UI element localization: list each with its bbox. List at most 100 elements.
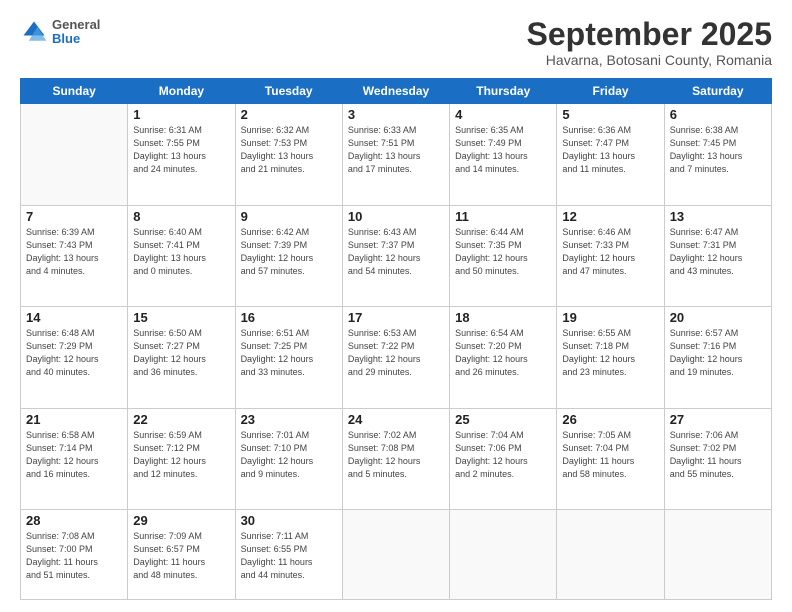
day-info: Sunrise: 6:32 AM Sunset: 7:53 PM Dayligh… <box>241 124 337 176</box>
table-row: 2 Sunrise: 6:32 AM Sunset: 7:53 PM Daylig… <box>235 104 342 206</box>
table-row: 20 Sunrise: 6:57 AM Sunset: 7:16 PM Dayli… <box>664 307 771 409</box>
table-row: 17 Sunrise: 6:53 AM Sunset: 7:22 PM Dayli… <box>342 307 449 409</box>
day-info: Sunrise: 6:39 AM Sunset: 7:43 PM Dayligh… <box>26 226 122 278</box>
table-row: 24 Sunrise: 7:02 AM Sunset: 7:08 PM Dayli… <box>342 408 449 510</box>
day-number: 21 <box>26 412 122 427</box>
table-row: 13 Sunrise: 6:47 AM Sunset: 7:31 PM Dayli… <box>664 205 771 307</box>
day-info: Sunrise: 6:47 AM Sunset: 7:31 PM Dayligh… <box>670 226 766 278</box>
title-block: September 2025 Havarna, Botosani County,… <box>527 18 772 68</box>
table-row: 15Sunrise: 6:50 AM Sunset: 7:27 PM Dayli… <box>128 307 235 409</box>
day-info: Sunrise: 6:50 AM Sunset: 7:27 PM Dayligh… <box>133 327 229 379</box>
day-number: 9 <box>241 209 337 224</box>
day-info: Sunrise: 6:42 AM Sunset: 7:39 PM Dayligh… <box>241 226 337 278</box>
calendar-page: General Blue September 2025 Havarna, Bot… <box>0 0 792 612</box>
day-info: Sunrise: 7:01 AM Sunset: 7:10 PM Dayligh… <box>241 429 337 481</box>
table-row: 11 Sunrise: 6:44 AM Sunset: 7:35 PM Dayli… <box>450 205 557 307</box>
day-info: Sunrise: 6:35 AM Sunset: 7:49 PM Dayligh… <box>455 124 551 176</box>
logo-general: General <box>52 18 100 32</box>
header: General Blue September 2025 Havarna, Bot… <box>20 18 772 68</box>
table-row: 8 Sunrise: 6:40 AM Sunset: 7:41 PM Daylig… <box>128 205 235 307</box>
table-row: 3 Sunrise: 6:33 AM Sunset: 7:51 PM Daylig… <box>342 104 449 206</box>
header-saturday: Saturday <box>664 79 771 104</box>
table-row <box>557 510 664 600</box>
day-info: Sunrise: 6:53 AM Sunset: 7:22 PM Dayligh… <box>348 327 444 379</box>
logo-text: General Blue <box>52 18 100 47</box>
table-row: 4 Sunrise: 6:35 AM Sunset: 7:49 PM Daylig… <box>450 104 557 206</box>
table-row: 7 Sunrise: 6:39 AM Sunset: 7:43 PM Daylig… <box>21 205 128 307</box>
table-row: 12 Sunrise: 6:46 AM Sunset: 7:33 PM Dayli… <box>557 205 664 307</box>
day-info: Sunrise: 6:46 AM Sunset: 7:33 PM Dayligh… <box>562 226 658 278</box>
table-row: 23 Sunrise: 7:01 AM Sunset: 7:10 PM Dayli… <box>235 408 342 510</box>
day-number: 17 <box>348 310 444 325</box>
table-row: 1Sunrise: 6:31 AM Sunset: 7:55 PM Daylig… <box>128 104 235 206</box>
day-info: Sunrise: 6:31 AM Sunset: 7:55 PM Dayligh… <box>133 124 229 176</box>
day-number: 6 <box>670 107 766 122</box>
day-number: 2 <box>241 107 337 122</box>
table-row: 14Sunrise: 6:48 AM Sunset: 7:29 PM Dayli… <box>21 307 128 409</box>
table-row: 5 Sunrise: 6:36 AM Sunset: 7:47 PM Daylig… <box>557 104 664 206</box>
logo-blue: Blue <box>52 32 100 46</box>
day-info: Sunrise: 6:58 AM Sunset: 7:14 PM Dayligh… <box>26 429 122 481</box>
day-info: Sunrise: 6:36 AM Sunset: 7:47 PM Dayligh… <box>562 124 658 176</box>
table-row: 19 Sunrise: 6:55 AM Sunset: 7:18 PM Dayli… <box>557 307 664 409</box>
day-info: Sunrise: 6:54 AM Sunset: 7:20 PM Dayligh… <box>455 327 551 379</box>
day-number: 7 <box>26 209 122 224</box>
logo-icon <box>20 18 48 46</box>
day-number: 13 <box>670 209 766 224</box>
day-info: Sunrise: 6:48 AM Sunset: 7:29 PM Dayligh… <box>26 327 122 379</box>
day-number: 4 <box>455 107 551 122</box>
day-number: 18 <box>455 310 551 325</box>
header-monday: Monday <box>128 79 235 104</box>
day-number: 16 <box>241 310 337 325</box>
table-row: 21 Sunrise: 6:58 AM Sunset: 7:14 PM Dayli… <box>21 408 128 510</box>
day-number: 23 <box>241 412 337 427</box>
day-number: 5 <box>562 107 658 122</box>
day-info: Sunrise: 7:09 AM Sunset: 6:57 PM Dayligh… <box>133 530 229 582</box>
day-info: Sunrise: 6:40 AM Sunset: 7:41 PM Dayligh… <box>133 226 229 278</box>
day-number: 22 <box>133 412 229 427</box>
day-number: 30 <box>241 513 337 528</box>
day-number: 24 <box>348 412 444 427</box>
day-info: Sunrise: 6:33 AM Sunset: 7:51 PM Dayligh… <box>348 124 444 176</box>
day-number: 19 <box>562 310 658 325</box>
table-row: 16 Sunrise: 6:51 AM Sunset: 7:25 PM Dayli… <box>235 307 342 409</box>
day-number: 12 <box>562 209 658 224</box>
table-row: 10Sunrise: 6:43 AM Sunset: 7:37 PM Dayli… <box>342 205 449 307</box>
day-number: 11 <box>455 209 551 224</box>
day-info: Sunrise: 7:02 AM Sunset: 7:08 PM Dayligh… <box>348 429 444 481</box>
day-number: 25 <box>455 412 551 427</box>
table-row <box>21 104 128 206</box>
table-row: 25Sunrise: 7:04 AM Sunset: 7:06 PM Dayli… <box>450 408 557 510</box>
table-row <box>342 510 449 600</box>
day-info: Sunrise: 7:06 AM Sunset: 7:02 PM Dayligh… <box>670 429 766 481</box>
header-thursday: Thursday <box>450 79 557 104</box>
logo: General Blue <box>20 18 100 47</box>
day-info: Sunrise: 6:57 AM Sunset: 7:16 PM Dayligh… <box>670 327 766 379</box>
table-row: 28Sunrise: 7:08 AM Sunset: 7:00 PM Dayli… <box>21 510 128 600</box>
day-number: 26 <box>562 412 658 427</box>
day-info: Sunrise: 6:44 AM Sunset: 7:35 PM Dayligh… <box>455 226 551 278</box>
weekday-header-row: Sunday Monday Tuesday Wednesday Thursday… <box>21 79 772 104</box>
table-row <box>664 510 771 600</box>
day-number: 28 <box>26 513 122 528</box>
day-number: 20 <box>670 310 766 325</box>
day-info: Sunrise: 6:59 AM Sunset: 7:12 PM Dayligh… <box>133 429 229 481</box>
day-info: Sunrise: 7:05 AM Sunset: 7:04 PM Dayligh… <box>562 429 658 481</box>
day-info: Sunrise: 6:55 AM Sunset: 7:18 PM Dayligh… <box>562 327 658 379</box>
day-info: Sunrise: 6:38 AM Sunset: 7:45 PM Dayligh… <box>670 124 766 176</box>
day-info: Sunrise: 6:51 AM Sunset: 7:25 PM Dayligh… <box>241 327 337 379</box>
table-row: 6 Sunrise: 6:38 AM Sunset: 7:45 PM Daylig… <box>664 104 771 206</box>
calendar-table: Sunday Monday Tuesday Wednesday Thursday… <box>20 78 772 600</box>
day-number: 27 <box>670 412 766 427</box>
day-info: Sunrise: 6:43 AM Sunset: 7:37 PM Dayligh… <box>348 226 444 278</box>
table-row: 30 Sunrise: 7:11 AM Sunset: 6:55 PM Dayli… <box>235 510 342 600</box>
day-number: 29 <box>133 513 229 528</box>
table-row: 27 Sunrise: 7:06 AM Sunset: 7:02 PM Dayli… <box>664 408 771 510</box>
table-row: 26 Sunrise: 7:05 AM Sunset: 7:04 PM Dayli… <box>557 408 664 510</box>
day-number: 3 <box>348 107 444 122</box>
day-info: Sunrise: 7:11 AM Sunset: 6:55 PM Dayligh… <box>241 530 337 582</box>
table-row: 29 Sunrise: 7:09 AM Sunset: 6:57 PM Dayli… <box>128 510 235 600</box>
header-tuesday: Tuesday <box>235 79 342 104</box>
day-number: 8 <box>133 209 229 224</box>
month-title: September 2025 <box>527 18 772 50</box>
